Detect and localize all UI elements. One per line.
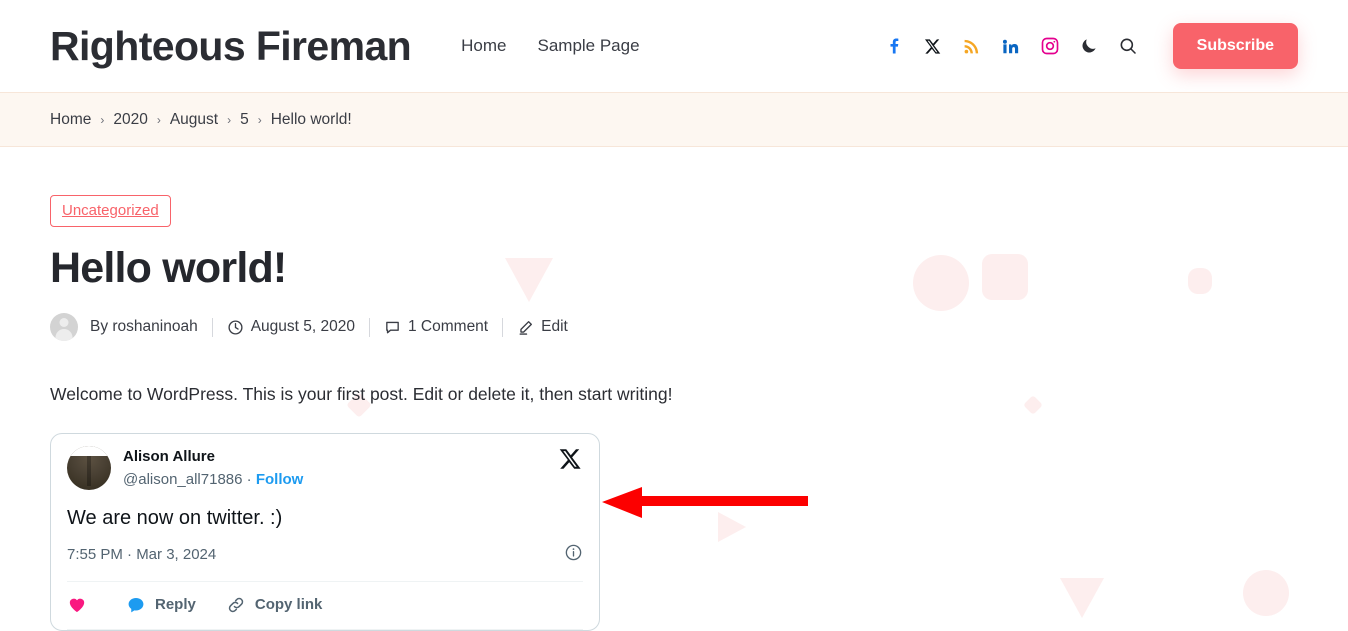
category-badge-uncategorized[interactable]: Uncategorized xyxy=(50,195,171,227)
breadcrumb-bar: Home › 2020 › August › 5 › Hello world! xyxy=(0,92,1348,147)
breadcrumb-item-current: Hello world! xyxy=(270,110,352,128)
post-date: August 5, 2020 xyxy=(227,318,355,336)
header-actions: Subscribe xyxy=(883,23,1298,69)
x-twitter-icon[interactable] xyxy=(922,35,944,57)
breadcrumb-separator-icon: › xyxy=(227,112,232,127)
breadcrumb-item-home[interactable]: Home xyxy=(50,111,91,129)
subscribe-button[interactable]: Subscribe xyxy=(1172,23,1298,69)
meta-divider xyxy=(369,317,370,337)
post-intro-paragraph: Welcome to WordPress. This is your first… xyxy=(50,384,673,404)
breadcrumb: Home › 2020 › August › 5 › Hello world! xyxy=(50,111,352,129)
meta-divider xyxy=(502,317,504,337)
primary-navigation: Home Sample Page xyxy=(461,36,639,56)
breadcrumb-item-2020[interactable]: 2020 xyxy=(113,111,147,129)
instagram-icon[interactable] xyxy=(1039,35,1061,57)
nav-item-home[interactable]: Home xyxy=(461,36,506,56)
meta-divider xyxy=(211,317,213,337)
breadcrumb-separator-icon: › xyxy=(100,112,105,127)
site-title[interactable]: Righteous Fireman xyxy=(50,23,412,70)
tweet-author-names: Alison Allure @alison_all71886 · Follow xyxy=(123,446,549,490)
search-icon[interactable] xyxy=(1117,35,1139,57)
facebook-icon[interactable] xyxy=(883,35,905,57)
tweet-timestamp: 7:55 PM · Mar 3, 2024 xyxy=(67,546,217,563)
tweet-handle-separator: · xyxy=(246,470,252,488)
post-comments-label: 1 Comment xyxy=(408,318,489,335)
linkedin-icon[interactable] xyxy=(1000,35,1022,57)
breadcrumb-item-august[interactable]: August xyxy=(170,111,218,129)
copy-link-action-label: Copy link xyxy=(254,596,323,613)
tweet-author-avatar[interactable] xyxy=(67,446,111,491)
tweet-follow-link[interactable]: Follow xyxy=(256,471,304,488)
tweet-display-name[interactable]: Alison Allure xyxy=(123,447,549,467)
tweet-embed-card: Alison Allure @alison_all71886 · Follow … xyxy=(50,433,600,631)
post-author-label: By roshaninoah xyxy=(90,318,198,335)
copy-link-action[interactable]: Copy link xyxy=(226,595,323,615)
tweet-handle[interactable]: @alison_all71886 xyxy=(123,471,242,488)
post-date-label: August 5, 2020 xyxy=(250,318,355,335)
reply-icon xyxy=(128,597,144,612)
like-action[interactable] xyxy=(67,595,96,615)
tweet-actions: Reply Copy link xyxy=(67,582,583,629)
tweet-footer-row: 7:55 PM · Mar 3, 2024 xyxy=(67,543,583,567)
breadcrumb-item-day[interactable]: 5 xyxy=(240,111,249,129)
red-arrow-annotation xyxy=(602,487,808,518)
breadcrumb-separator-icon: › xyxy=(156,112,161,127)
x-logo-icon[interactable] xyxy=(557,446,583,477)
page-title: Hello world! xyxy=(50,244,287,292)
post-comments[interactable]: 1 Comment xyxy=(384,318,488,336)
post-author[interactable]: By roshaninoah xyxy=(50,313,198,341)
post-edit-label: Edit xyxy=(541,318,568,335)
tweet-bottom-divider xyxy=(67,628,583,630)
dark-mode-moon-icon[interactable] xyxy=(1078,35,1100,57)
info-icon[interactable] xyxy=(564,543,583,567)
post-edit[interactable]: Edit xyxy=(517,318,568,336)
tweet-text: We are now on twitter. :) xyxy=(67,506,283,529)
link-icon xyxy=(228,597,244,612)
post-meta: By roshaninoah August 5, 2020 1 Comment … xyxy=(50,313,1298,341)
avatar xyxy=(50,313,78,341)
main-content: Uncategorized Hello world! By roshaninoa… xyxy=(0,147,1348,631)
reply-action-label: Reply xyxy=(155,596,196,613)
heart-icon xyxy=(69,598,85,612)
rss-icon[interactable] xyxy=(961,35,983,57)
nav-item-sample-page[interactable]: Sample Page xyxy=(537,36,639,56)
site-header: Righteous Fireman Home Sample Page Subsc… xyxy=(0,0,1348,92)
tweet-header: Alison Allure @alison_all71886 · Follow xyxy=(67,446,583,491)
pencil-icon xyxy=(519,320,533,335)
tweet-handle-row: @alison_all71886 · Follow xyxy=(123,469,549,491)
breadcrumb-separator-icon: › xyxy=(257,112,262,127)
reply-action[interactable]: Reply xyxy=(126,595,196,615)
comment-icon xyxy=(386,321,399,333)
clock-icon xyxy=(228,319,243,335)
